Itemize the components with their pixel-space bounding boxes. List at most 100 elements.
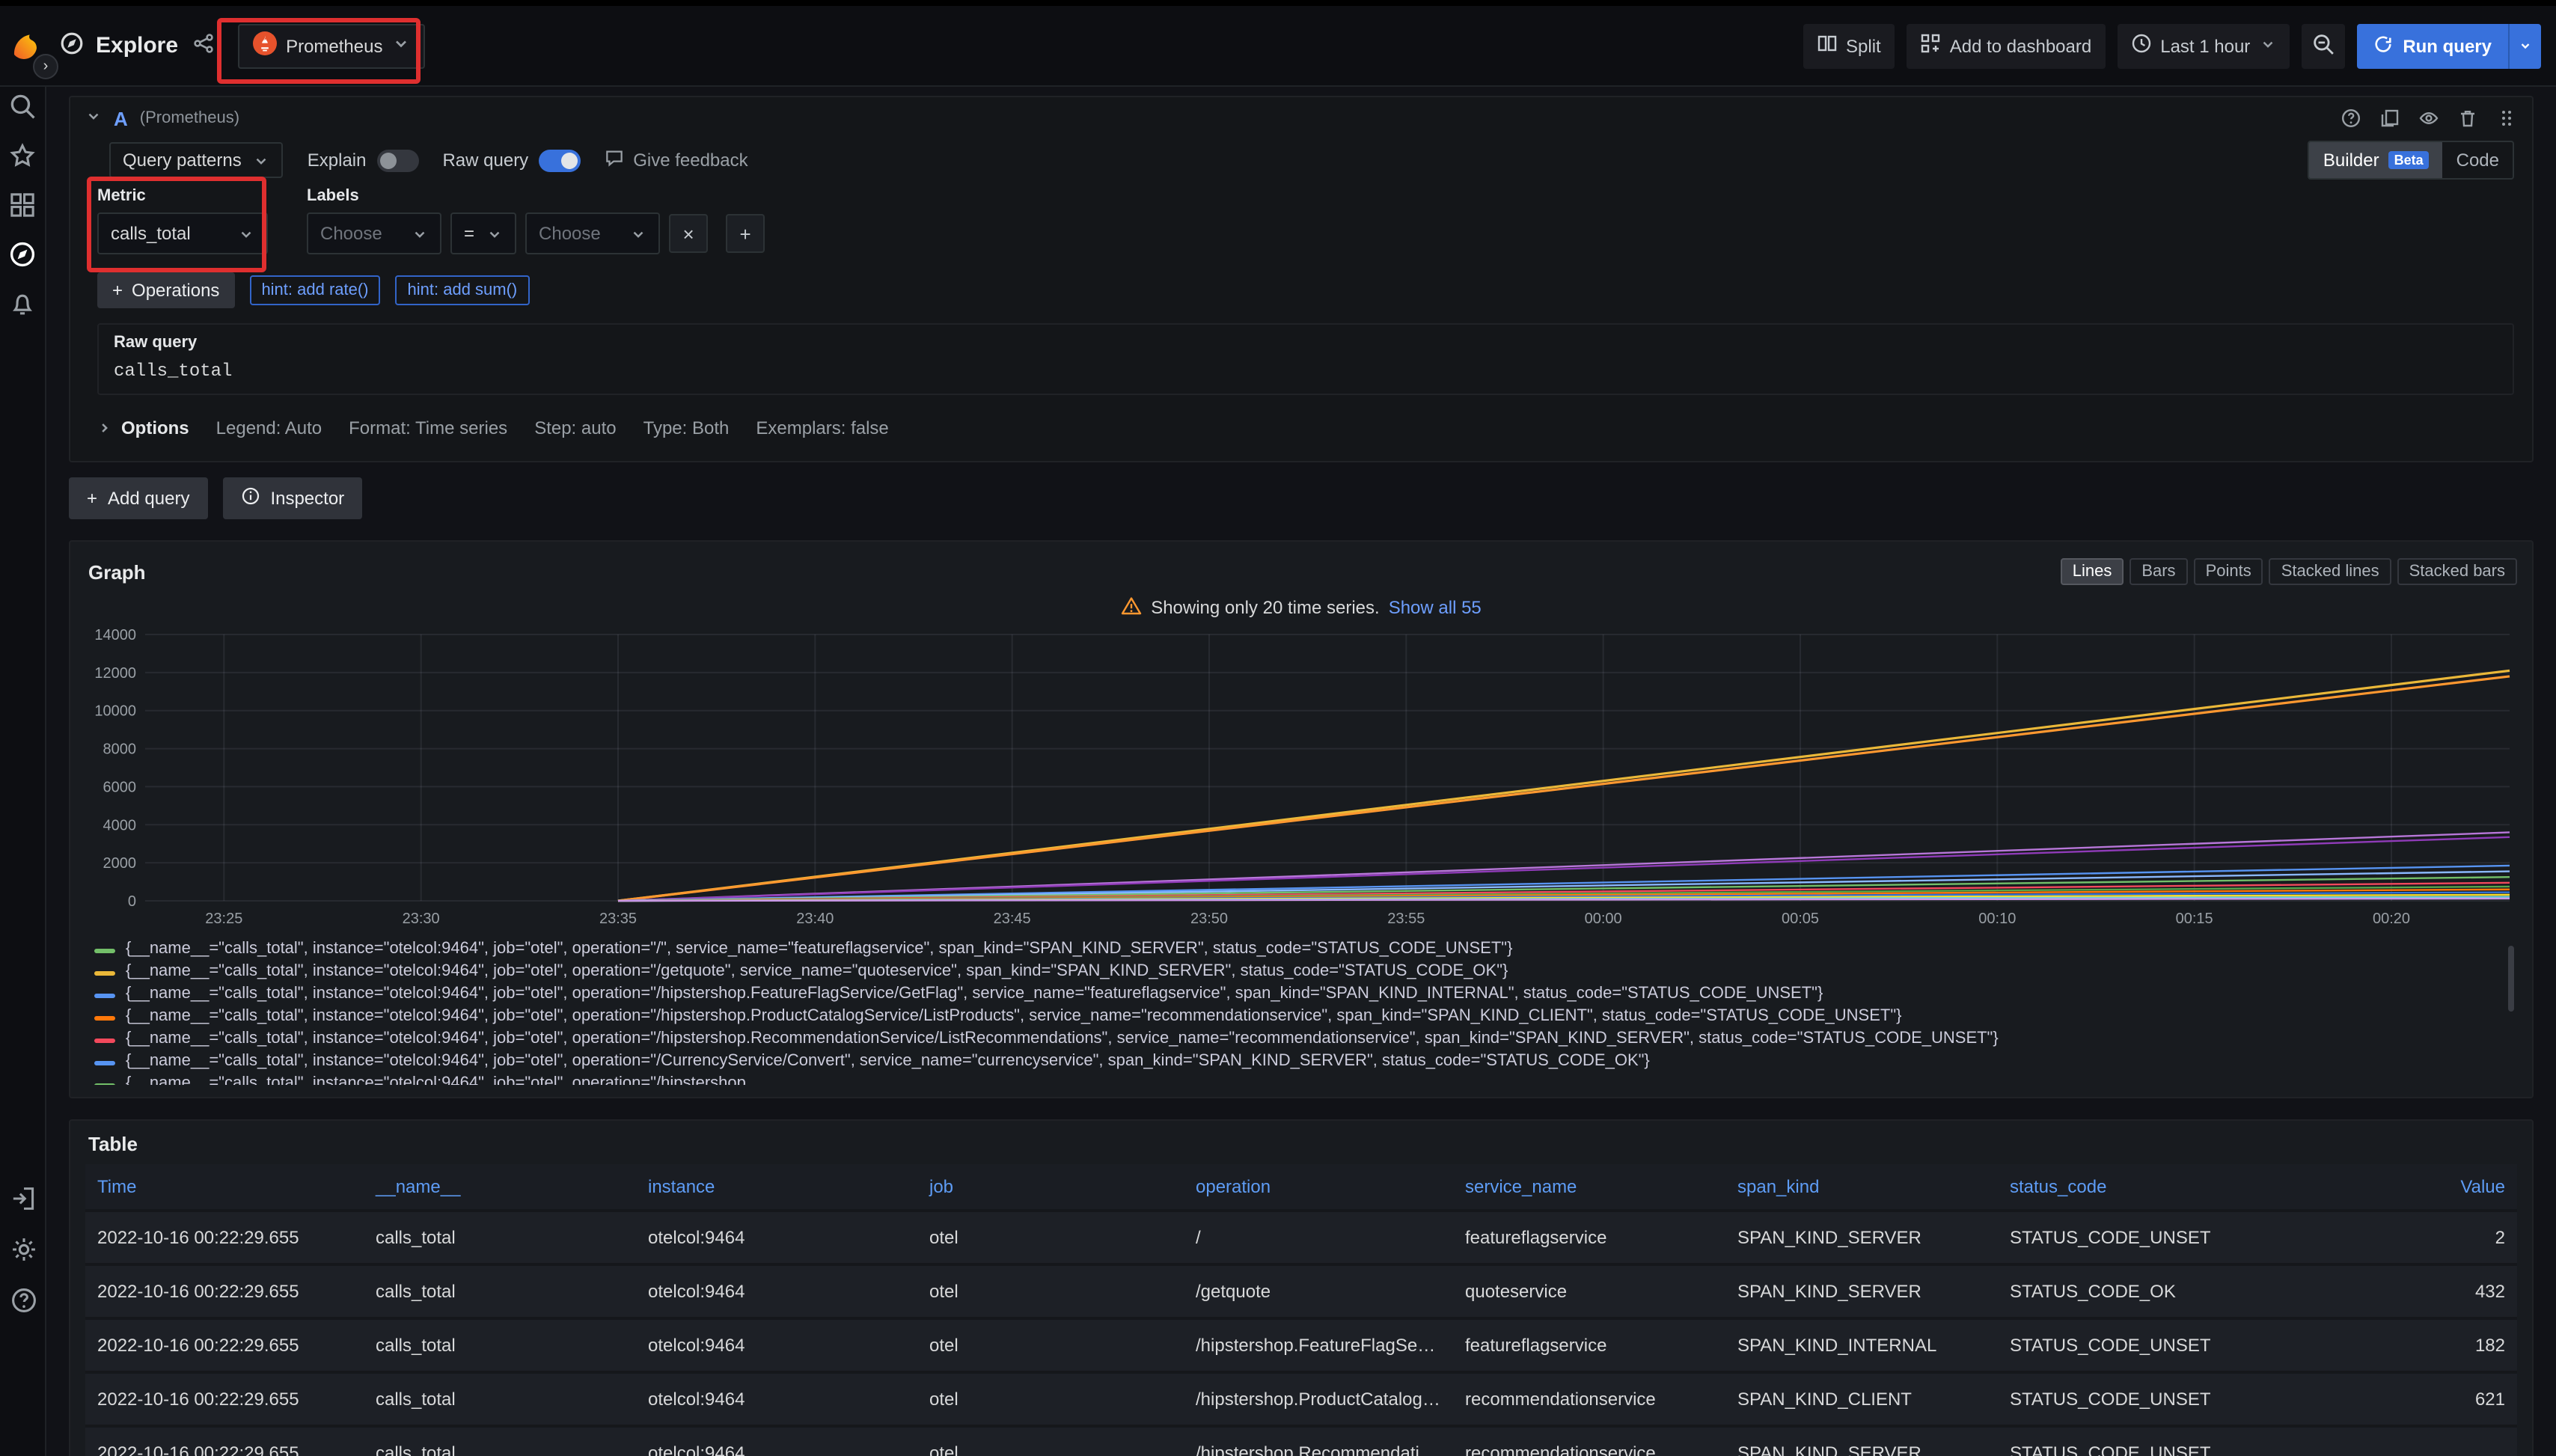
legend-item[interactable]: {__name__="calls_total", instance="otelc… bbox=[94, 1007, 2517, 1030]
table-row[interactable]: 2022-10-16 00:22:29.655calls_totalotelco… bbox=[85, 1372, 2517, 1426]
give-feedback-link[interactable]: Give feedback bbox=[605, 148, 747, 172]
raw-query-toggle[interactable] bbox=[539, 149, 581, 171]
series-limit-warning: Showing only 20 time series. Show all 55 bbox=[85, 590, 2517, 625]
hint-add-sum[interactable]: hint: add sum() bbox=[396, 275, 530, 305]
table-cell: SPAN_KIND_SERVER bbox=[1725, 1426, 1998, 1456]
column-header[interactable]: operation bbox=[1184, 1164, 1453, 1211]
remove-query-trash-icon[interactable] bbox=[2457, 108, 2478, 129]
help-icon[interactable] bbox=[10, 1287, 37, 1314]
mode-points[interactable]: Points bbox=[2194, 558, 2263, 585]
query-patterns-label: Query patterns bbox=[123, 150, 242, 171]
legend-item[interactable]: {__name__="calls_total", instance="otelc… bbox=[94, 985, 2517, 1007]
legend-color-marker bbox=[94, 1016, 115, 1021]
legend-label: {__name__="calls_total", instance="otelc… bbox=[126, 1030, 1999, 1047]
column-header[interactable]: Value bbox=[2246, 1164, 2517, 1211]
svg-text:23:40: 23:40 bbox=[796, 911, 834, 927]
column-header[interactable]: service_name bbox=[1453, 1164, 1725, 1211]
legend-label: {__name__="calls_total", instance="otelc… bbox=[126, 962, 1508, 980]
builder-mode-button[interactable]: Builder Beta bbox=[2310, 142, 2443, 178]
explore-nav-icon[interactable] bbox=[9, 241, 36, 268]
legend-item[interactable]: {__name__="calls_total", instance="otelc… bbox=[94, 1052, 2517, 1074]
graph-mode-switcher: Lines Bars Points Stacked lines Stacked … bbox=[2061, 558, 2517, 585]
table-row[interactable]: 2022-10-16 00:22:29.655calls_totalotelco… bbox=[85, 1264, 2517, 1318]
time-series-chart-container: 0200040006000800010000120001400023:2523:… bbox=[85, 625, 2517, 934]
raw-query-toggle-group: Raw query bbox=[442, 149, 581, 171]
legend-item[interactable]: {__name__="calls_total", instance="otelc… bbox=[94, 1074, 2517, 1085]
add-to-dashboard-button[interactable]: Add to dashboard bbox=[1907, 23, 2106, 68]
settings-gear-icon[interactable] bbox=[10, 1236, 37, 1263]
mode-stacked-lines[interactable]: Stacked lines bbox=[2269, 558, 2391, 585]
table-cell: STATUS_CODE_UNSET bbox=[1998, 1211, 2246, 1264]
zoom-out-button[interactable] bbox=[2301, 23, 2344, 68]
column-header[interactable]: status_code bbox=[1998, 1164, 2246, 1211]
add-label-filter-button[interactable]: + bbox=[726, 214, 765, 253]
svg-text:10000: 10000 bbox=[94, 703, 136, 720]
datasource-name: Prometheus bbox=[286, 35, 382, 56]
legend-item[interactable]: {__name__="calls_total", instance="otelc… bbox=[94, 1030, 2517, 1052]
sidebar-expand-button[interactable]: › bbox=[33, 54, 58, 79]
results-table: Time__name__instancejoboperationservice_… bbox=[85, 1164, 2517, 1456]
add-query-label: Add query bbox=[108, 488, 189, 509]
add-query-button[interactable]: + Add query bbox=[69, 477, 207, 519]
legend-item[interactable]: {__name__="calls_total", instance="otelc… bbox=[94, 940, 2517, 962]
label-value-select[interactable]: Choose bbox=[525, 212, 660, 254]
hide-query-eye-icon[interactable] bbox=[2418, 108, 2439, 129]
svg-text:23:35: 23:35 bbox=[599, 911, 637, 927]
time-range-picker[interactable]: Last 1 hour bbox=[2117, 23, 2289, 68]
table-cell: /getquote bbox=[1184, 1264, 1453, 1318]
sign-in-icon[interactable] bbox=[10, 1185, 37, 1212]
column-header[interactable]: span_kind bbox=[1725, 1164, 1998, 1211]
code-mode-button[interactable]: Code bbox=[2443, 142, 2513, 178]
datasource-picker[interactable]: Prometheus bbox=[238, 23, 424, 68]
run-query-dropdown-caret[interactable] bbox=[2508, 23, 2541, 68]
add-to-dashboard-icon bbox=[1920, 33, 1941, 58]
query-row-header[interactable]: A (Prometheus) bbox=[70, 97, 2532, 139]
mode-lines[interactable]: Lines bbox=[2061, 558, 2124, 585]
table-row[interactable]: 2022-10-16 00:22:29.655calls_totalotelco… bbox=[85, 1211, 2517, 1264]
split-icon bbox=[1816, 33, 1837, 58]
duplicate-query-icon[interactable] bbox=[2379, 108, 2400, 129]
drag-handle-icon[interactable] bbox=[2496, 108, 2517, 129]
table-cell: 182 bbox=[2246, 1318, 2517, 1372]
remove-label-filter-button[interactable]: × bbox=[669, 214, 708, 253]
table-cell: otel bbox=[917, 1264, 1184, 1318]
inspector-button[interactable]: Inspector bbox=[222, 477, 362, 519]
explain-toggle[interactable] bbox=[376, 149, 418, 171]
split-button[interactable]: Split bbox=[1803, 23, 1895, 68]
query-patterns-dropdown[interactable]: Query patterns bbox=[109, 142, 284, 178]
table-row[interactable]: 2022-10-16 00:22:29.655calls_totalotelco… bbox=[85, 1426, 2517, 1456]
starred-icon[interactable] bbox=[9, 142, 36, 169]
legend-scrollbar[interactable] bbox=[2508, 946, 2514, 1012]
dashboards-icon[interactable] bbox=[9, 192, 36, 218]
metric-value: calls_total bbox=[111, 223, 191, 244]
hint-add-rate[interactable]: hint: add rate() bbox=[249, 275, 380, 305]
show-all-series-link[interactable]: Show all 55 bbox=[1389, 597, 1482, 618]
table-cell: /hipstershop.FeatureFlagServi… bbox=[1184, 1318, 1453, 1372]
label-key-select[interactable]: Choose bbox=[307, 212, 441, 254]
collapse-chevron-icon[interactable] bbox=[85, 108, 102, 129]
label-operator-select[interactable]: = bbox=[450, 212, 516, 254]
query-help-icon[interactable] bbox=[2341, 108, 2361, 129]
svg-text:0: 0 bbox=[128, 893, 136, 910]
legend-item[interactable]: {__name__="calls_total", instance="otelc… bbox=[94, 962, 2517, 985]
mode-stacked-bars[interactable]: Stacked bars bbox=[2397, 558, 2517, 585]
column-header[interactable]: instance bbox=[636, 1164, 917, 1211]
share-icon[interactable] bbox=[193, 33, 214, 58]
comment-icon bbox=[605, 148, 624, 172]
table-row[interactable]: 2022-10-16 00:22:29.655calls_totalotelco… bbox=[85, 1318, 2517, 1372]
column-header[interactable]: job bbox=[917, 1164, 1184, 1211]
metric-select[interactable]: calls_total bbox=[97, 212, 268, 254]
column-header[interactable]: __name__ bbox=[364, 1164, 636, 1211]
table-cell: otel bbox=[917, 1318, 1184, 1372]
table-cell: calls_total bbox=[364, 1211, 636, 1264]
prometheus-logo-icon bbox=[253, 31, 277, 60]
column-header[interactable]: Time bbox=[85, 1164, 364, 1211]
time-series-chart[interactable]: 0200040006000800010000120001400023:2523:… bbox=[85, 625, 2525, 934]
operations-button[interactable]: + Operations bbox=[97, 272, 234, 308]
alerting-bell-icon[interactable] bbox=[9, 290, 36, 317]
search-icon[interactable] bbox=[9, 93, 36, 120]
window-top-strip bbox=[0, 0, 2556, 6]
mode-bars[interactable]: Bars bbox=[2130, 558, 2187, 585]
run-query-button[interactable]: Run query bbox=[2356, 23, 2508, 68]
options-toggle[interactable]: Options bbox=[97, 417, 189, 438]
